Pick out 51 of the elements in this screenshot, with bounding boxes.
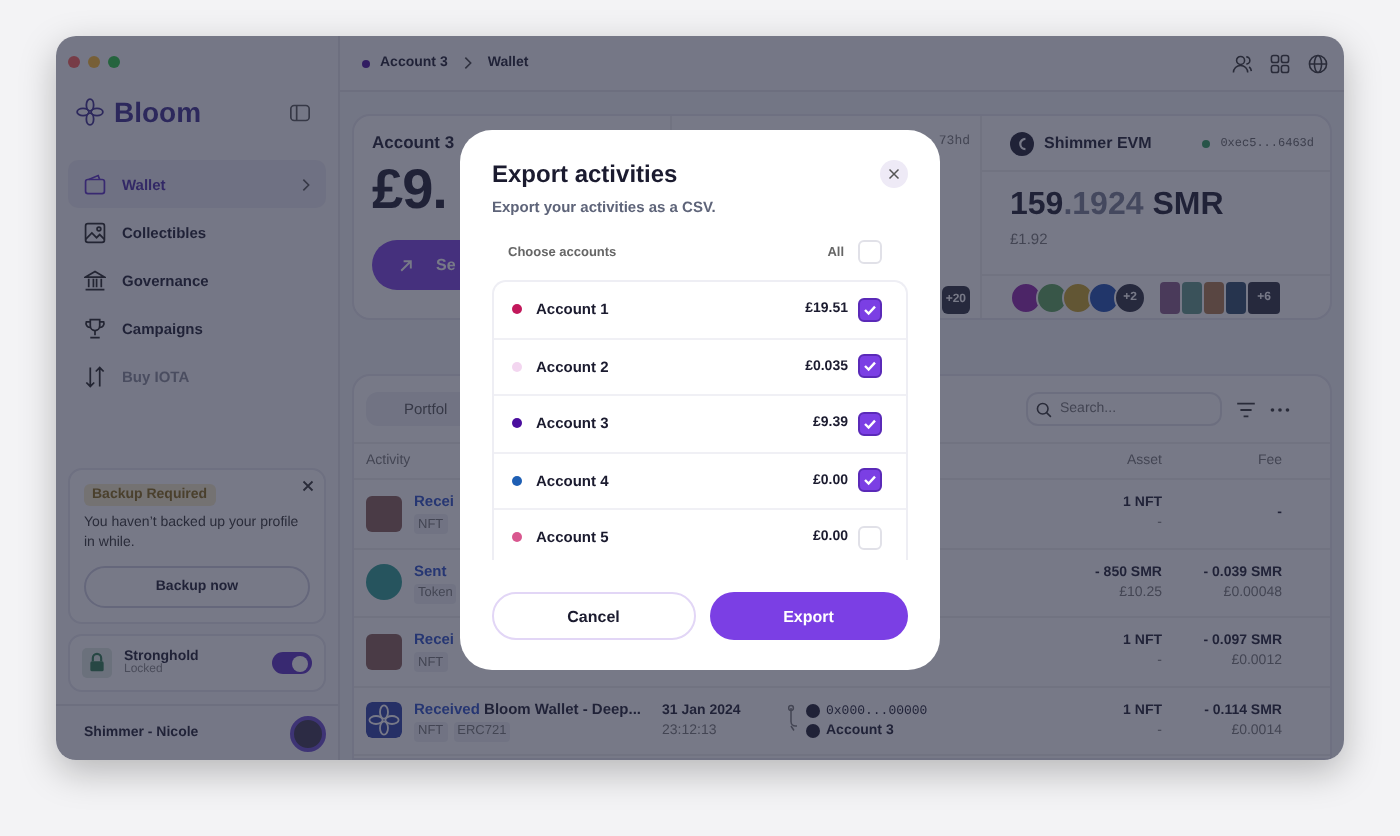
account-checkbox[interactable]: [858, 297, 882, 322]
network-logo-icon: [1010, 131, 1034, 155]
balance-amount: £9.: [372, 158, 447, 222]
close-button[interactable]: [880, 160, 908, 188]
contacts-icon[interactable]: [1232, 53, 1252, 73]
chevron-right-icon: [302, 177, 310, 191]
token-logo-icon: [1062, 281, 1094, 313]
nft-thumbnail: [1226, 281, 1246, 313]
trophy-icon: [84, 317, 106, 339]
flower-thumbnail: [366, 702, 402, 739]
avatar-icon[interactable]: [290, 715, 326, 751]
status-dot-icon: [1202, 139, 1211, 147]
export-button[interactable]: Export: [709, 592, 908, 640]
token-logo-icon: [1088, 281, 1120, 313]
brand-name: Bloom: [114, 96, 202, 128]
select-all-checkbox[interactable]: [858, 240, 882, 264]
dialog-title: Export activities: [492, 160, 678, 188]
swap-arrows-icon: [84, 365, 106, 387]
account-name: Account 3: [372, 132, 455, 152]
close-icon: [888, 168, 900, 180]
token-logo-icon: [366, 564, 402, 601]
bank-icon: [84, 269, 106, 291]
sidebar-toggle-icon[interactable]: [290, 103, 310, 121]
account-checkbox[interactable]: [858, 354, 882, 379]
nft-thumbnail: [1160, 281, 1180, 313]
stronghold-toggle[interactable]: [272, 652, 312, 674]
token-logo-icon: [1036, 281, 1068, 313]
globe-icon[interactable]: [1308, 53, 1328, 73]
apps-grid-icon[interactable]: [1270, 53, 1290, 73]
checkmark-icon: [860, 356, 880, 377]
nft-thumbnail: [1204, 281, 1224, 313]
account-checkbox[interactable]: [858, 411, 882, 436]
lock-icon: [82, 648, 112, 678]
image-icon: [84, 221, 106, 243]
search-icon: [1036, 401, 1052, 417]
close-window-button[interactable]: [68, 56, 80, 68]
nft-thumbnail: [366, 495, 402, 532]
close-icon[interactable]: [302, 480, 314, 492]
chevron-right-icon: [463, 56, 472, 70]
network-name: Shimmer EVM: [1044, 134, 1152, 152]
cancel-button[interactable]: Cancel: [492, 592, 695, 640]
nft-thumbnail: [366, 633, 402, 670]
arrow-up-right-icon: [398, 257, 414, 273]
checkmark-icon: [860, 470, 880, 491]
token-logo-icon: [1010, 281, 1042, 313]
account-checkbox[interactable]: [858, 468, 882, 493]
filter-icon[interactable]: [1236, 401, 1256, 417]
flower-logo-icon: [76, 98, 104, 126]
wallet-icon: [84, 173, 106, 195]
nft-thumbnail: [1182, 281, 1202, 313]
account-dot-icon: [362, 59, 370, 67]
